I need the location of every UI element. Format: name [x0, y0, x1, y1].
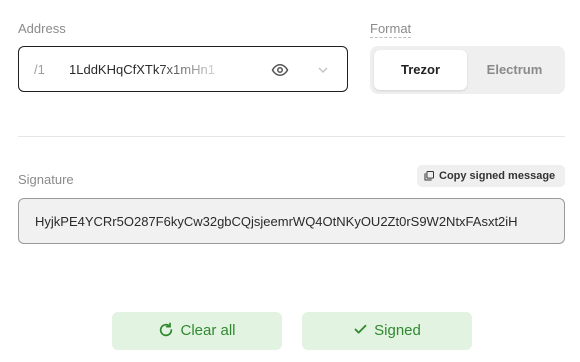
format-label: Format [370, 21, 412, 38]
format-option-electrum[interactable]: Electrum [468, 50, 561, 90]
checkmark-icon [354, 324, 367, 334]
signature-value[interactable]: HyjkPE4YCRr5O287F6kyCw32gbCQjsjeemrWQ4Ot… [35, 214, 549, 229]
refresh-icon [160, 321, 173, 336]
address-label: Address [18, 21, 66, 36]
signature-field[interactable]: HyjkPE4YCRr5O287F6kyCw32gbCQjsjeemrWQ4Ot… [18, 198, 565, 244]
chevron-down-icon[interactable] [315, 62, 331, 78]
section-divider [18, 136, 565, 137]
address-path-prefix: /1 [34, 62, 45, 77]
format-toggle: Trezor Electrum [370, 46, 565, 94]
copy-icon [424, 171, 434, 181]
signed-label: Signed [374, 322, 421, 339]
copy-signed-message-label: Copy signed message [439, 170, 556, 182]
address-field[interactable]: /1 1LddKHqCfXTk7x1mHn1 [18, 46, 348, 92]
signed-button[interactable]: Signed [302, 312, 472, 350]
clear-all-button[interactable]: Clear all [112, 312, 282, 350]
clear-all-label: Clear all [180, 322, 236, 339]
copy-signed-message-button[interactable]: Copy signed message [417, 165, 565, 187]
address-value[interactable]: 1LddKHqCfXTk7x1mHn1 [69, 62, 229, 77]
signature-label: Signature [18, 172, 74, 187]
eye-icon[interactable] [271, 61, 289, 79]
format-option-trezor[interactable]: Trezor [374, 50, 467, 90]
